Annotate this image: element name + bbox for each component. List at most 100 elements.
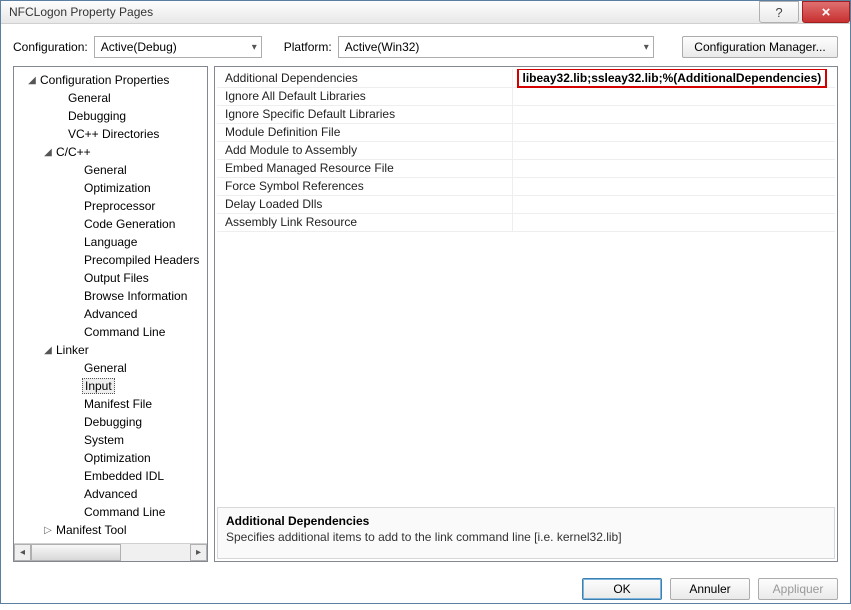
tree-item-label: Debugging	[66, 109, 126, 123]
tree-item[interactable]: Browse Information	[14, 287, 207, 305]
tree-item[interactable]: Code Generation	[14, 215, 207, 233]
tree-item[interactable]: General	[14, 161, 207, 179]
tree-item-label: Browse Information	[82, 289, 187, 303]
property-key: Ignore Specific Default Libraries	[217, 105, 512, 123]
window-title: NFCLogon Property Pages	[1, 5, 153, 19]
platform-value: Active(Win32)	[345, 40, 420, 54]
tree-item[interactable]: Advanced	[14, 485, 207, 503]
tree[interactable]: ◢Configuration Properties General Debuggin…	[14, 67, 207, 543]
tree-item-label: Language	[82, 235, 137, 249]
property-row[interactable]: Additional Dependencieslibeay32.lib;ssle…	[217, 69, 835, 87]
platform-label: Platform:	[284, 40, 332, 54]
expand-icon[interactable]: ▷	[42, 525, 54, 536]
tree-item[interactable]: ▷Manifest Tool	[14, 521, 207, 539]
help-button[interactable]: ?	[759, 1, 799, 23]
chevron-down-icon: ▾	[644, 42, 649, 53]
property-row[interactable]: Delay Loaded Dlls	[217, 195, 835, 213]
tree-item-label: Precompiled Headers	[82, 253, 199, 267]
collapse-icon[interactable]: ◢	[42, 147, 54, 158]
tree-item-label: Advanced	[82, 487, 137, 501]
property-panel: Additional Dependencieslibeay32.lib;ssle…	[214, 66, 838, 562]
property-table: Additional Dependencieslibeay32.lib;ssle…	[217, 69, 835, 232]
tree-item[interactable]: General	[14, 359, 207, 377]
tree-item-label: Preprocessor	[82, 199, 155, 213]
scroll-right-button[interactable]: ▸	[190, 544, 207, 561]
titlebar: NFCLogon Property Pages ? ×	[1, 1, 850, 24]
tree-item[interactable]: Optimization	[14, 449, 207, 467]
tree-item-label: Output Files	[82, 271, 149, 285]
config-toolbar: Configuration: Active(Debug) ▾ Platform:…	[13, 36, 838, 58]
property-value[interactable]	[512, 159, 835, 177]
tree-item[interactable]: Preprocessor	[14, 197, 207, 215]
tree-item[interactable]: Command Line	[14, 323, 207, 341]
platform-combo[interactable]: Active(Win32) ▾	[338, 36, 654, 58]
property-key: Ignore All Default Libraries	[217, 87, 512, 105]
collapse-icon[interactable]: ◢	[26, 75, 38, 86]
property-row[interactable]: Add Module to Assembly	[217, 141, 835, 159]
configuration-value: Active(Debug)	[101, 40, 177, 54]
tree-item[interactable]: Advanced	[14, 305, 207, 323]
description-box: Additional Dependencies Specifies additi…	[217, 507, 835, 559]
property-row[interactable]: Ignore All Default Libraries	[217, 87, 835, 105]
property-value[interactable]	[512, 123, 835, 141]
property-row[interactable]: Module Definition File	[217, 123, 835, 141]
property-key: Delay Loaded Dlls	[217, 195, 512, 213]
property-key: Force Symbol References	[217, 177, 512, 195]
close-button[interactable]: ×	[802, 1, 850, 23]
tree-item-label: Debugging	[82, 415, 142, 429]
tree-item[interactable]: ◢C/C++	[14, 143, 207, 161]
tree-item[interactable]: Command Line	[14, 503, 207, 521]
property-value[interactable]	[512, 141, 835, 159]
description-title: Additional Dependencies	[226, 514, 826, 528]
tree-item-label: Advanced	[82, 307, 137, 321]
tree-item[interactable]: Optimization	[14, 179, 207, 197]
tree-item[interactable]: Precompiled Headers	[14, 251, 207, 269]
property-value[interactable]	[512, 177, 835, 195]
tree-item-label: Embedded IDL	[82, 469, 164, 483]
dialog-buttons: OK Annuler Appliquer	[1, 574, 850, 610]
tree-item[interactable]: System	[14, 431, 207, 449]
description-text: Specifies additional items to add to the…	[226, 530, 826, 544]
property-row[interactable]: Assembly Link Resource	[217, 213, 835, 231]
horizontal-scrollbar[interactable]: ◂ ▸	[14, 543, 207, 561]
tree-item-label: Manifest File	[82, 397, 152, 411]
tree-item-label: Command Line	[82, 325, 165, 339]
property-value[interactable]	[512, 213, 835, 231]
configuration-manager-button[interactable]: Configuration Manager...	[682, 36, 838, 58]
tree-item[interactable]: General	[14, 89, 207, 107]
tree-item[interactable]: Debugging	[14, 413, 207, 431]
property-value[interactable]	[512, 195, 835, 213]
property-row[interactable]: Ignore Specific Default Libraries	[217, 105, 835, 123]
collapse-icon[interactable]: ◢	[42, 345, 54, 356]
cancel-button[interactable]: Annuler	[670, 578, 750, 600]
tree-item[interactable]: VC++ Directories	[14, 125, 207, 143]
tree-item-label: Linker	[54, 343, 89, 357]
tree-item-label: VC++ Directories	[66, 127, 159, 141]
property-row[interactable]: Embed Managed Resource File	[217, 159, 835, 177]
tree-item[interactable]: Input	[14, 377, 207, 395]
property-row[interactable]: Force Symbol References	[217, 177, 835, 195]
tree-item[interactable]: Output Files	[14, 269, 207, 287]
property-key: Assembly Link Resource	[217, 213, 512, 231]
scroll-left-button[interactable]: ◂	[14, 544, 31, 561]
property-grid: Additional Dependencieslibeay32.lib;ssle…	[217, 69, 835, 505]
scroll-thumb[interactable]	[31, 544, 121, 561]
property-value[interactable]	[512, 105, 835, 123]
property-pages-dialog: NFCLogon Property Pages ? × Configuratio…	[0, 0, 851, 604]
ok-button[interactable]: OK	[582, 578, 662, 600]
tree-item[interactable]: Embedded IDL	[14, 467, 207, 485]
property-key: Module Definition File	[217, 123, 512, 141]
apply-button[interactable]: Appliquer	[758, 578, 838, 600]
tree-item-label: System	[82, 433, 124, 447]
property-key: Additional Dependencies	[217, 69, 512, 87]
tree-item[interactable]: ◢Configuration Properties	[14, 71, 207, 89]
property-value[interactable]	[512, 87, 835, 105]
tree-item[interactable]: Manifest File	[14, 395, 207, 413]
configuration-combo[interactable]: Active(Debug) ▾	[94, 36, 262, 58]
tree-item[interactable]: ◢Linker	[14, 341, 207, 359]
scroll-track[interactable]	[31, 544, 190, 561]
tree-item[interactable]: Debugging	[14, 107, 207, 125]
property-value[interactable]: libeay32.lib;ssleay32.lib;%(AdditionalDe…	[512, 69, 835, 87]
tree-item-label: General	[66, 91, 111, 105]
tree-item[interactable]: Language	[14, 233, 207, 251]
